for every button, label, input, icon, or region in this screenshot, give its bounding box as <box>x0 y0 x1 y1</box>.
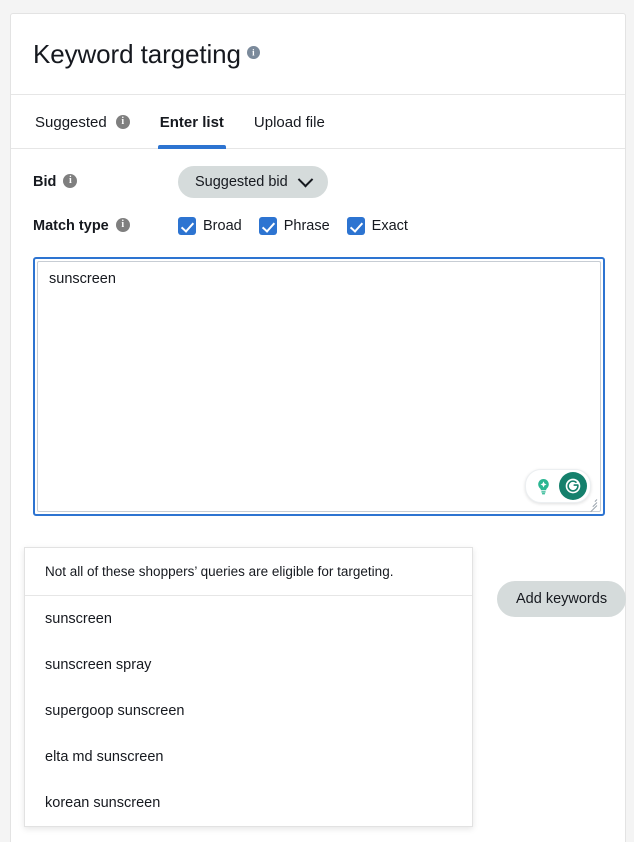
tab-suggested-label: Suggested <box>35 113 107 131</box>
match-type-row: Match type Broad Phrase Exact <box>33 209 603 243</box>
page-title-text: Keyword targeting <box>33 39 241 69</box>
checkbox-exact[interactable]: Exact <box>346 217 408 235</box>
page-title: Keyword targeting <box>33 41 260 67</box>
bid-row: Bid Suggested bid <box>33 165 603 199</box>
tab-upload-file[interactable]: Upload file <box>252 95 327 149</box>
card-header: Keyword targeting <box>11 14 625 95</box>
tab-suggested[interactable]: Suggested <box>33 95 132 149</box>
form-area: Bid Suggested bid Match type Broad <box>11 149 625 243</box>
keyword-textarea[interactable]: sunscreen <box>37 261 601 513</box>
suggested-info-icon[interactable] <box>115 115 130 129</box>
list-item[interactable]: elta md sunscreen <box>25 734 472 780</box>
suggestions-header: Not all of these shoppers’ queries are e… <box>25 548 472 596</box>
list-item[interactable]: sunscreen <box>25 596 472 642</box>
chevron-down-icon <box>297 171 313 187</box>
info-icon[interactable] <box>246 46 260 59</box>
grammarly-logo-icon[interactable] <box>559 472 587 500</box>
tab-enter-list-label: Enter list <box>159 113 224 131</box>
checkbox-phrase[interactable]: Phrase <box>258 217 330 235</box>
bid-dropdown-value: Suggested bid <box>195 174 288 190</box>
checkbox-phrase-label: Phrase <box>283 218 330 234</box>
grammarly-widget[interactable] <box>525 469 591 503</box>
list-item[interactable]: supergoop sunscreen <box>25 688 472 734</box>
checkbox-broad-box[interactable] <box>178 217 196 235</box>
match-type-checkboxes: Broad Phrase Exact <box>178 217 408 235</box>
tab-enter-list[interactable]: Enter list <box>157 95 227 149</box>
tab-upload-file-label: Upload file <box>253 113 325 131</box>
page-root: Keyword targeting Suggested Enter list U… <box>0 0 634 842</box>
add-keywords-button[interactable]: Add keywords <box>497 581 627 617</box>
textarea-resize-handle[interactable] <box>585 496 598 513</box>
bid-info-icon[interactable] <box>63 174 78 188</box>
bid-label-group: Bid <box>33 174 178 190</box>
list-item[interactable]: sunscreen spray <box>25 642 472 688</box>
match-type-info-icon[interactable] <box>115 218 130 232</box>
keyword-textarea-wrapper[interactable]: sunscreen <box>33 257 605 516</box>
match-type-label: Match type <box>33 218 109 234</box>
checkbox-broad[interactable]: Broad <box>178 217 242 235</box>
match-type-label-group: Match type <box>33 218 178 234</box>
checkbox-exact-box[interactable] <box>346 217 365 235</box>
keyword-suggestions-dropdown: Not all of these shoppers’ queries are e… <box>24 547 473 827</box>
list-item[interactable]: korean sunscreen <box>25 780 472 826</box>
checkbox-phrase-box[interactable] <box>258 217 277 235</box>
bid-dropdown[interactable]: Suggested bid <box>178 166 328 198</box>
tab-bar: Suggested Enter list Upload file <box>11 95 625 149</box>
checkbox-exact-label: Exact <box>371 218 408 234</box>
keyword-textarea-value: sunscreen <box>49 271 116 287</box>
checkbox-broad-label: Broad <box>203 218 242 234</box>
lightbulb-icon[interactable] <box>529 472 557 500</box>
bid-label: Bid <box>33 174 57 190</box>
